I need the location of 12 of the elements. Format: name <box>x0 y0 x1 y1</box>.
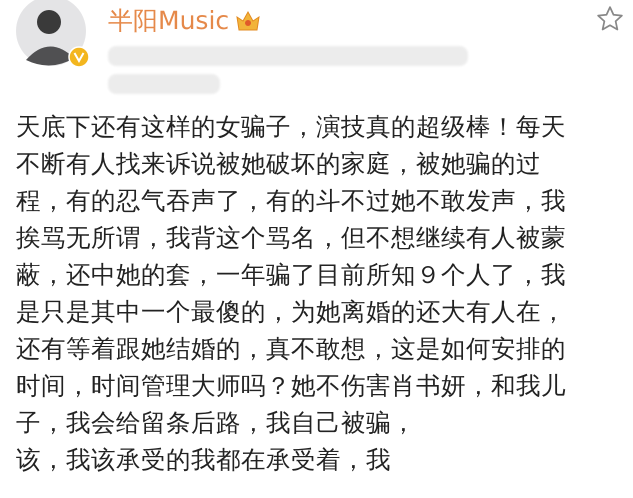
post-text-line: 蔽，还中她的套，一年骗了目前所知９个人了，我 <box>16 259 566 291</box>
post-text-line: 是只是其中一个最傻的，为她离婚的还大有人在， <box>16 296 566 328</box>
author-name[interactable]: 半阳Music <box>108 6 230 36</box>
post-text-line: 天底下还有这样的女骗子，演技真的超级棒！每天 <box>16 111 566 143</box>
post-text-line: 该，我该承受的我都在承受着，我 <box>16 444 391 476</box>
post-text-line: 不断有人找来诉说被她破坏的家庭，被她骗的过 <box>16 148 541 180</box>
post-text-line: 子，我会给留条后路，我自己被骗， <box>16 407 416 439</box>
post-text-line: 挨骂无所谓，我背这个骂名，但不想继续有人被蒙 <box>16 222 566 254</box>
post-text-line: 还有等着跟她结婚的，真不敢想，这是如何安排的 <box>16 333 566 365</box>
post-text-line: 程，有的忍气吞声了，有的斗不过她不敢发声，我 <box>16 185 566 217</box>
post-text-line: 时间，时间管理大师吗？她不伤害肖书妍，和我儿 <box>16 370 566 402</box>
avatar <box>16 0 86 66</box>
